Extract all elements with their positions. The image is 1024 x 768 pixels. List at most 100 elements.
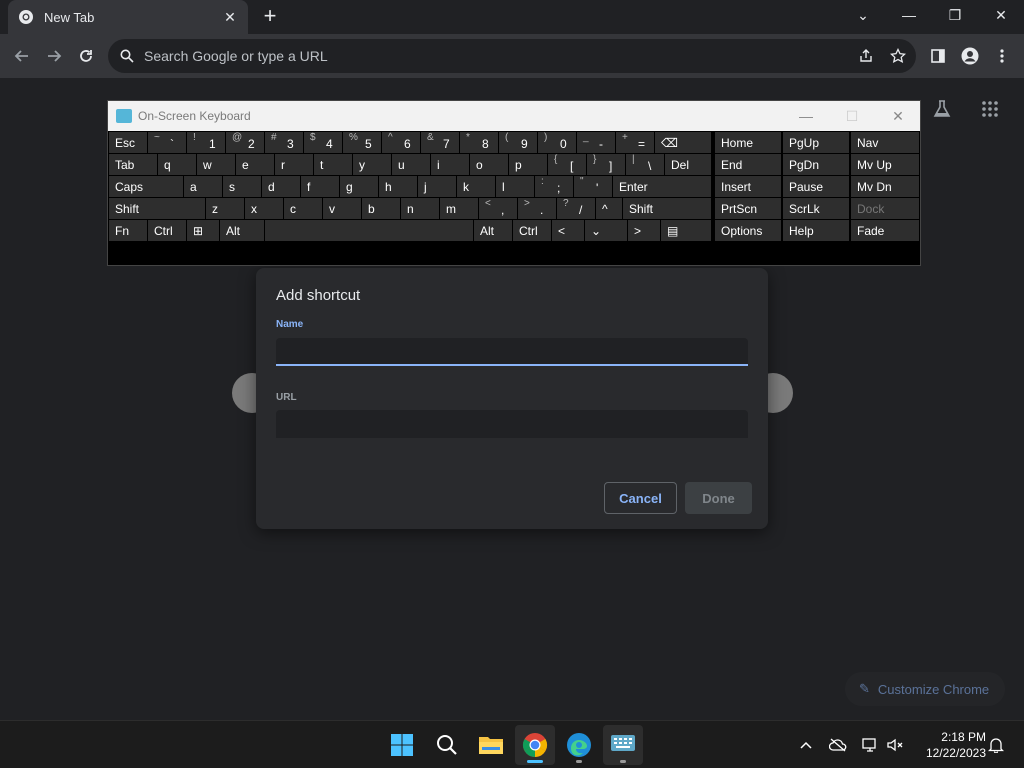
osk-key-del[interactable]: Del <box>665 154 711 175</box>
osk-key-nav[interactable]: Nav <box>851 132 919 153</box>
osk-key-n[interactable]: n <box>401 198 439 219</box>
osk-key-i[interactable]: i <box>431 154 469 175</box>
osk-key-4[interactable]: $4 <box>304 132 342 153</box>
bookmark-star-icon[interactable] <box>884 42 912 70</box>
osk-close-button[interactable]: ✕ <box>875 101 921 131</box>
osk-key-end[interactable]: End <box>715 154 781 175</box>
osk-key-shift[interactable]: Shift <box>109 198 205 219</box>
osk-key-k[interactable]: k <box>457 176 495 197</box>
osk-key-alt[interactable]: Alt <box>474 220 512 241</box>
osk-key-q[interactable]: q <box>158 154 196 175</box>
osk-key-5[interactable]: % 5 <box>343 132 381 153</box>
osk-key-z[interactable]: z <box>206 198 244 219</box>
omnibox[interactable] <box>108 39 916 73</box>
osk-key-pgup[interactable]: PgUp <box>783 132 849 153</box>
osk-key-symbol[interactable]: }] <box>587 154 625 175</box>
osk-maximize-button[interactable]: ☐ <box>829 101 875 131</box>
taskbar-clock[interactable]: 2:18 PM 12/22/2023 <box>914 729 986 761</box>
reload-icon[interactable] <box>72 42 100 70</box>
osk-key-symbol[interactable]: > <box>628 220 660 241</box>
osk-key-dock[interactable]: Dock <box>851 198 919 219</box>
osk-key-9[interactable]: (9 <box>499 132 537 153</box>
osk-key-symbol[interactable]: <, <box>479 198 517 219</box>
osk-key-0[interactable]: ) 0 <box>538 132 576 153</box>
osk-key-r[interactable]: r <box>275 154 313 175</box>
tab-new-tab[interactable]: New Tab ✕ <box>8 0 248 34</box>
osk-key-2[interactable]: @2 <box>226 132 264 153</box>
tray-overflow-chevron-icon[interactable] <box>796 735 816 755</box>
omnibox-input[interactable] <box>144 48 824 64</box>
labs-flask-icon[interactable] <box>928 95 956 123</box>
osk-key-m[interactable]: m <box>440 198 478 219</box>
osk-key-esc[interactable]: Esc <box>109 132 147 153</box>
osk-key-symbol[interactable]: _ - <box>577 132 615 153</box>
volume-muted-icon[interactable] <box>885 735 905 755</box>
osk-key-options[interactable]: Options <box>715 220 781 241</box>
notification-bell-icon[interactable] <box>986 735 1006 755</box>
share-icon[interactable] <box>852 42 880 70</box>
osk-key-b[interactable]: b <box>362 198 400 219</box>
file-explorer-button[interactable] <box>471 725 511 765</box>
restore-button[interactable]: ❐ <box>932 0 978 30</box>
onedrive-cloud-icon[interactable] <box>828 735 848 755</box>
osk-key-alt[interactable]: Alt <box>220 220 264 241</box>
osk-minimize-button[interactable]: — <box>783 101 829 131</box>
cancel-button[interactable]: Cancel <box>604 482 677 514</box>
osk-key-mv-up[interactable]: Mv Up <box>851 154 919 175</box>
osk-key-l[interactable]: l <box>496 176 534 197</box>
osk-key-symbol[interactable]: | \ <box>626 154 664 175</box>
osk-key-symbol[interactable]: ^ <box>596 198 622 219</box>
osk-key-symbol[interactable]: ⌄ <box>585 220 627 241</box>
osk-key-scrlk[interactable]: ScrLk <box>783 198 849 219</box>
osk-key-home[interactable]: Home <box>715 132 781 153</box>
osk-key-fn[interactable]: Fn <box>109 220 147 241</box>
osk-key-space[interactable] <box>265 220 473 241</box>
chrome-taskbar-button[interactable] <box>515 725 555 765</box>
osk-key-enter[interactable]: Enter <box>613 176 711 197</box>
osk-key-o[interactable]: o <box>470 154 508 175</box>
url-field[interactable] <box>276 410 748 438</box>
osk-key-caps[interactable]: Caps <box>109 176 183 197</box>
osk-key-8[interactable]: * 8 <box>460 132 498 153</box>
osk-key-insert[interactable]: Insert <box>715 176 781 197</box>
osk-key-e[interactable]: e <box>236 154 274 175</box>
forward-arrow-icon[interactable] <box>40 42 68 70</box>
osk-key-symbol[interactable]: ⌫ <box>655 132 711 153</box>
osk-key-symbol[interactable]: :; <box>535 176 573 197</box>
osk-key-help[interactable]: Help <box>783 220 849 241</box>
apps-grid-icon[interactable] <box>976 95 1004 123</box>
osk-key-fade[interactable]: Fade <box>851 220 919 241</box>
osk-key-tab[interactable]: Tab <box>109 154 157 175</box>
osk-key-mv-dn[interactable]: Mv Dn <box>851 176 919 197</box>
done-button[interactable]: Done <box>685 482 752 514</box>
osk-key-pgdn[interactable]: PgDn <box>783 154 849 175</box>
osk-key-ctrl[interactable]: Ctrl <box>513 220 551 241</box>
close-window-button[interactable]: ✕ <box>978 0 1024 30</box>
minimize-button[interactable]: — <box>886 0 932 30</box>
osk-key-t[interactable]: t <box>314 154 352 175</box>
osk-key-v[interactable]: v <box>323 198 361 219</box>
osk-key-f[interactable]: f <box>301 176 339 197</box>
back-arrow-icon[interactable] <box>8 42 36 70</box>
osk-key-u[interactable]: u <box>392 154 430 175</box>
name-input[interactable] <box>276 338 748 364</box>
profile-avatar-icon[interactable] <box>956 42 984 70</box>
edge-taskbar-button[interactable] <box>559 725 599 765</box>
osk-key-symbol[interactable]: ⊞ <box>187 220 219 241</box>
osk-key-symbol[interactable]: >. <box>518 198 556 219</box>
osk-key-symbol[interactable]: ~ ` <box>148 132 186 153</box>
osk-key-symbol[interactable]: ▤ <box>661 220 711 241</box>
osk-key-shift[interactable]: Shift <box>623 198 711 219</box>
osk-key-symbol[interactable]: + = <box>616 132 654 153</box>
osk-taskbar-button[interactable] <box>603 725 643 765</box>
kebab-menu-icon[interactable] <box>988 42 1016 70</box>
osk-key-6[interactable]: ^ 6 <box>382 132 420 153</box>
osk-key-ctrl[interactable]: Ctrl <box>148 220 186 241</box>
osk-key-w[interactable]: w <box>197 154 235 175</box>
tab-search-chevron-icon[interactable]: ⌄ <box>840 0 886 30</box>
osk-key-pause[interactable]: Pause <box>783 176 849 197</box>
osk-key-symbol[interactable]: " ' <box>574 176 612 197</box>
osk-key-g[interactable]: g <box>340 176 378 197</box>
url-input[interactable] <box>276 410 748 438</box>
tab-close-icon[interactable]: ✕ <box>222 9 238 26</box>
